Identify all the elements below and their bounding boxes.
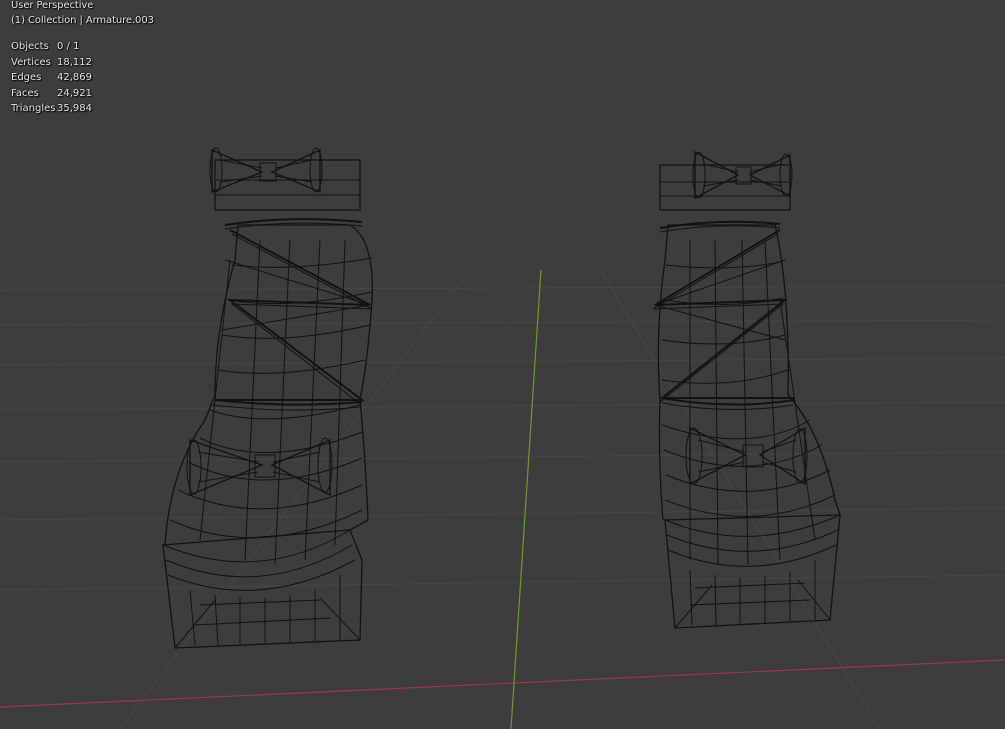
3d-viewport[interactable]: User Perspective (1) Collection | Armatu… <box>0 0 1005 729</box>
stat-row-vertices: Vertices 18,112 <box>11 55 92 71</box>
stat-row-faces: Faces 24,921 <box>11 86 92 102</box>
stat-value: 18,112 <box>57 56 92 68</box>
stat-label: Objects <box>11 41 49 52</box>
stat-label: Faces <box>11 87 39 99</box>
collection-info-label: (1) Collection | Armature.003 <box>11 15 154 26</box>
stat-row-edges: Edges 42,869 <box>11 70 92 86</box>
scene-statistics: Objects 0 / 1 Vertices 18,112 Edges 42,8… <box>11 39 92 117</box>
stat-label: Vertices <box>11 56 51 68</box>
y-axis-line <box>510 269 542 729</box>
floor-grid <box>0 269 1005 729</box>
stat-label: Edges <box>11 72 42 84</box>
x-axis-line <box>0 659 1005 708</box>
stat-value: 0 / 1 <box>57 41 80 52</box>
viewport-scene[interactable] <box>0 0 1005 729</box>
stat-row-triangles: Triangles 35,984 <box>11 101 92 117</box>
view-name-label: User Perspective <box>11 0 94 11</box>
left-shoe-wireframe[interactable] <box>162 147 373 649</box>
right-top-bow <box>692 150 793 200</box>
viewport-info-overlay: User Perspective (1) Collection | Armatu… <box>11 0 154 28</box>
stat-value: 42,869 <box>57 72 92 84</box>
left-top-bow <box>209 147 323 193</box>
stat-label: Triangles <box>11 103 56 115</box>
stat-value: 24,921 <box>57 87 92 99</box>
stat-row-objects: Objects 0 / 1 <box>11 39 92 55</box>
stat-value: 35,984 <box>57 103 92 115</box>
right-shoe-wireframe[interactable] <box>652 150 841 629</box>
